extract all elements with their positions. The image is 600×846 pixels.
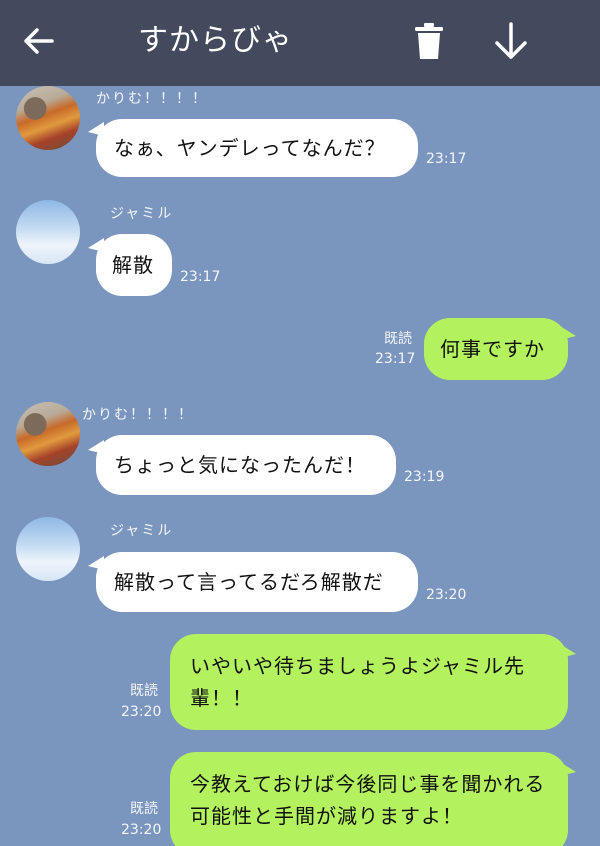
arrow-down-icon[interactable] bbox=[486, 16, 536, 66]
avatar[interactable] bbox=[16, 86, 80, 150]
message-time: 23:20 bbox=[426, 587, 467, 603]
message-bubble[interactable]: 何事ですか bbox=[424, 318, 568, 380]
chat-title: すからびゃ bbox=[138, 23, 293, 58]
bubble-tail bbox=[560, 762, 576, 776]
bubble-tail bbox=[560, 326, 576, 340]
message-bubble[interactable]: いやいや待ちましょうよジャミル先輩！！ bbox=[170, 634, 568, 730]
sender-name: かりむ！！！！ bbox=[82, 407, 194, 423]
message-time: 23:17 bbox=[180, 269, 221, 285]
message-time: 23:17 bbox=[426, 151, 467, 167]
message-bubble[interactable]: 解散 bbox=[96, 234, 172, 296]
message-bubble[interactable]: 今教えておけば今後同じ事を聞かれる可能性と手間が減りますよ！ bbox=[170, 752, 568, 846]
avatar[interactable] bbox=[16, 517, 80, 581]
sender-name: かりむ！！！！ bbox=[96, 91, 208, 107]
read-receipt: 既読 bbox=[130, 683, 158, 699]
message-bubble[interactable]: 解散って言ってるだろ解散だ bbox=[96, 552, 418, 612]
avatar[interactable] bbox=[16, 200, 80, 264]
read-receipt: 既読 bbox=[384, 331, 412, 347]
message-list[interactable]: かりむ！！！！ なぁ、ヤンデレってなんだ？ 23:17 ジャミル 解散 23:1… bbox=[0, 0, 600, 846]
bubble-tail bbox=[560, 644, 576, 658]
arrow-left-icon[interactable] bbox=[14, 16, 64, 66]
avatar[interactable] bbox=[16, 402, 80, 466]
trash-icon[interactable] bbox=[404, 16, 454, 66]
message-time: 23:19 bbox=[404, 469, 445, 485]
message-time: 23:20 bbox=[121, 704, 162, 720]
sender-name: ジャミル bbox=[110, 523, 174, 539]
message-bubble[interactable]: ちょっと気になったんだ！ bbox=[96, 435, 396, 495]
read-receipt: 既読 bbox=[130, 801, 158, 817]
message-time: 23:17 bbox=[375, 351, 416, 367]
chat-header: すからびゃ bbox=[0, 0, 600, 86]
message-bubble[interactable]: なぁ、ヤンデレってなんだ？ bbox=[96, 119, 418, 177]
message-time: 23:20 bbox=[121, 822, 162, 838]
sender-name: ジャミル bbox=[110, 206, 174, 222]
